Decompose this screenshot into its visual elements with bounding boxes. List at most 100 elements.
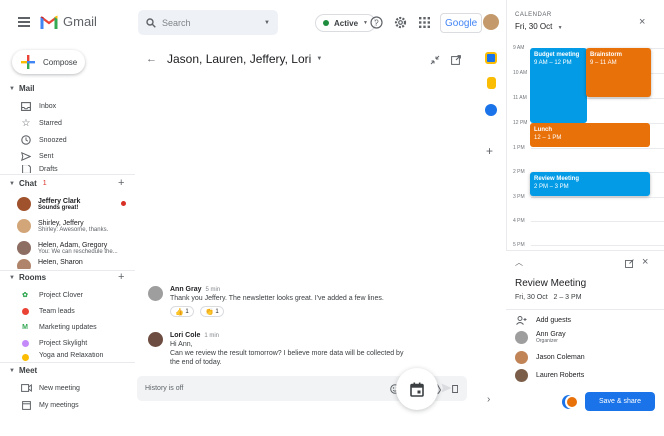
chat-item-shirley-jeffery[interactable]: Shirley, Jeffery Shirley: Awesome, thank… xyxy=(17,215,132,237)
nav-label: Inbox xyxy=(39,102,57,110)
room-item-project-clover[interactable]: ✿ Project Clover xyxy=(20,288,83,302)
nav-item-new-meeting[interactable]: New meeting xyxy=(20,381,80,395)
collapse-icon[interactable] xyxy=(430,55,440,67)
nav-item-starred[interactable]: ☆ Starred xyxy=(20,116,62,130)
message-text: Thank you Jeffery. The newsletter looks … xyxy=(170,295,384,302)
search-box[interactable]: Search ▼ xyxy=(138,10,278,35)
room-item-marketing-updates[interactable]: M Marketing updates xyxy=(20,320,97,334)
hour-gridline xyxy=(531,148,664,149)
search-input[interactable]: Search xyxy=(162,18,264,28)
main-menu-icon[interactable] xyxy=(18,17,30,27)
new-chat-plus-icon[interactable]: + xyxy=(118,177,124,189)
nav-item-drafts[interactable]: Drafts xyxy=(20,165,58,173)
calendar-app-icon[interactable] xyxy=(485,52,497,64)
nav-item-snoozed[interactable]: Snoozed xyxy=(20,133,67,147)
reaction-clap[interactable]: 👏 1 xyxy=(199,306,224,317)
add-guests-row[interactable]: Add guests xyxy=(515,314,571,327)
event-title: Lunch xyxy=(534,127,552,133)
room-item-yoga[interactable]: Yoga and Relaxation xyxy=(20,352,103,361)
guest-jason-coleman: Jason Coleman xyxy=(515,351,585,364)
guest-name: Ann Gray xyxy=(536,331,566,338)
edit-open-icon[interactable] xyxy=(625,259,634,270)
event-time: 9 AM – 12 PM xyxy=(534,60,572,66)
google-account-logo[interactable]: Google xyxy=(440,13,483,33)
settings-gear-icon[interactable] xyxy=(392,14,408,30)
room-label: Team leads xyxy=(39,307,75,315)
chat-item-jeffery-clark[interactable]: Jeffery Clark Sounds great! xyxy=(17,193,132,215)
chat-unread-count: 1 xyxy=(42,180,47,187)
hour-label: 5 PM xyxy=(513,242,525,248)
nav-item-inbox[interactable]: Inbox xyxy=(20,99,56,113)
chevron-up-icon[interactable]: ︿ xyxy=(515,257,523,268)
gmail-logo[interactable]: Gmail xyxy=(40,14,97,29)
clock-icon xyxy=(20,135,32,145)
hour-label: 9 AM xyxy=(513,45,525,51)
close-icon[interactable]: × xyxy=(642,256,648,268)
send-icon xyxy=(20,151,32,161)
compose-button[interactable]: Compose xyxy=(12,50,85,74)
avatar xyxy=(515,369,528,382)
caret-down-icon: ▼ xyxy=(9,85,15,92)
expand-chevron-icon[interactable]: › xyxy=(487,394,490,405)
calendar-date: Fri, 30 Oct xyxy=(515,22,553,31)
guest-name: Lauren Roberts xyxy=(536,372,585,379)
calendar-icon xyxy=(410,382,424,397)
room-item-project-skylight[interactable]: Project Skylight xyxy=(20,336,87,350)
chevron-down-icon[interactable]: ▼ xyxy=(316,56,322,62)
event-budget-meeting[interactable]: Budget meeting 9 AM – 12 PM xyxy=(530,48,587,123)
rooms-section-header[interactable]: ▼ Rooms xyxy=(9,273,46,282)
calendar-date-selector[interactable]: Fri, 30 Oct ▼ xyxy=(515,22,563,31)
event-detail-card: ︿ × Review Meeting Fri, 30 Oct 2 – 3 PM … xyxy=(506,250,664,436)
mail-section-header[interactable]: ▼ Mail xyxy=(9,84,35,93)
message-author: Ann Gray 5 min xyxy=(170,286,221,293)
event-title: Budget meeting xyxy=(534,52,580,58)
send-arrow-icon[interactable] xyxy=(441,383,452,395)
event-brainstorm[interactable]: Brainstorm 9 – 11 AM xyxy=(586,48,651,97)
detail-divider xyxy=(506,309,664,310)
hour-label: 3 PM xyxy=(513,194,525,200)
message-text-line: Can we review the result tomorrow? I bel… xyxy=(170,350,404,357)
meet-section-header[interactable]: ▼ Meet xyxy=(9,366,37,375)
message-text-line: the end of today. xyxy=(170,359,222,366)
status-selector[interactable]: Active ▼ xyxy=(315,14,376,32)
keep-app-icon[interactable] xyxy=(487,77,496,89)
message-input[interactable]: History is off xyxy=(145,385,387,392)
message-author: Lori Cole 1 min xyxy=(170,332,220,339)
chat-section-header[interactable]: ▼ Chat 1 xyxy=(9,179,47,188)
help-icon[interactable]: ? xyxy=(368,14,384,30)
open-in-new-icon[interactable] xyxy=(451,55,461,67)
add-app-plus-icon[interactable]: + xyxy=(486,144,493,158)
event-lunch[interactable]: Lunch 12 – 1 PM xyxy=(530,123,650,147)
back-arrow-icon[interactable]: ← xyxy=(146,53,157,65)
nav-item-my-meetings[interactable]: My meetings xyxy=(20,398,79,412)
nav-divider xyxy=(0,174,135,175)
avatar xyxy=(148,332,163,347)
save-and-share-button[interactable]: Save & share xyxy=(585,392,655,411)
event-time: 12 – 1 PM xyxy=(534,135,562,141)
new-room-plus-icon[interactable]: + xyxy=(118,271,124,283)
room-item-team-leads[interactable]: Team leads xyxy=(20,304,75,318)
event-review-meeting[interactable]: Review Meeting 2 PM – 3 PM xyxy=(530,172,650,196)
reaction-thumbs-up[interactable]: 👍 1 xyxy=(170,306,194,317)
hour-label: 12 PM xyxy=(513,120,528,126)
nav-divider xyxy=(0,270,135,271)
guest-lauren-roberts: Lauren Roberts xyxy=(515,369,584,382)
schedule-event-button[interactable] xyxy=(396,368,438,410)
message-time: 1 min xyxy=(204,333,220,339)
close-icon[interactable]: × xyxy=(639,16,645,28)
search-options-icon[interactable]: ▼ xyxy=(264,20,270,26)
plus-icon xyxy=(21,55,35,69)
nav-item-sent[interactable]: Sent xyxy=(20,149,53,163)
chat-item-helen-adam-gregory[interactable]: Helen, Adam, Gregory You: We can resched… xyxy=(17,237,132,259)
account-avatar[interactable] xyxy=(483,14,499,30)
event-title: Brainstorm xyxy=(590,52,623,58)
message-time: 5 min xyxy=(205,287,221,293)
caret-down-icon: ▼ xyxy=(9,274,15,281)
compose-label: Compose xyxy=(43,57,78,67)
tasks-app-icon[interactable] xyxy=(485,104,497,116)
message-ann-gray: Ann Gray 5 min Thank you Jeffery. The new… xyxy=(148,286,384,317)
apps-grid-icon[interactable] xyxy=(416,14,432,30)
search-icon[interactable] xyxy=(146,17,156,28)
chat-item-helen-sharon[interactable]: Helen, Sharon xyxy=(17,259,132,269)
marketing-m-icon: M xyxy=(22,323,28,331)
